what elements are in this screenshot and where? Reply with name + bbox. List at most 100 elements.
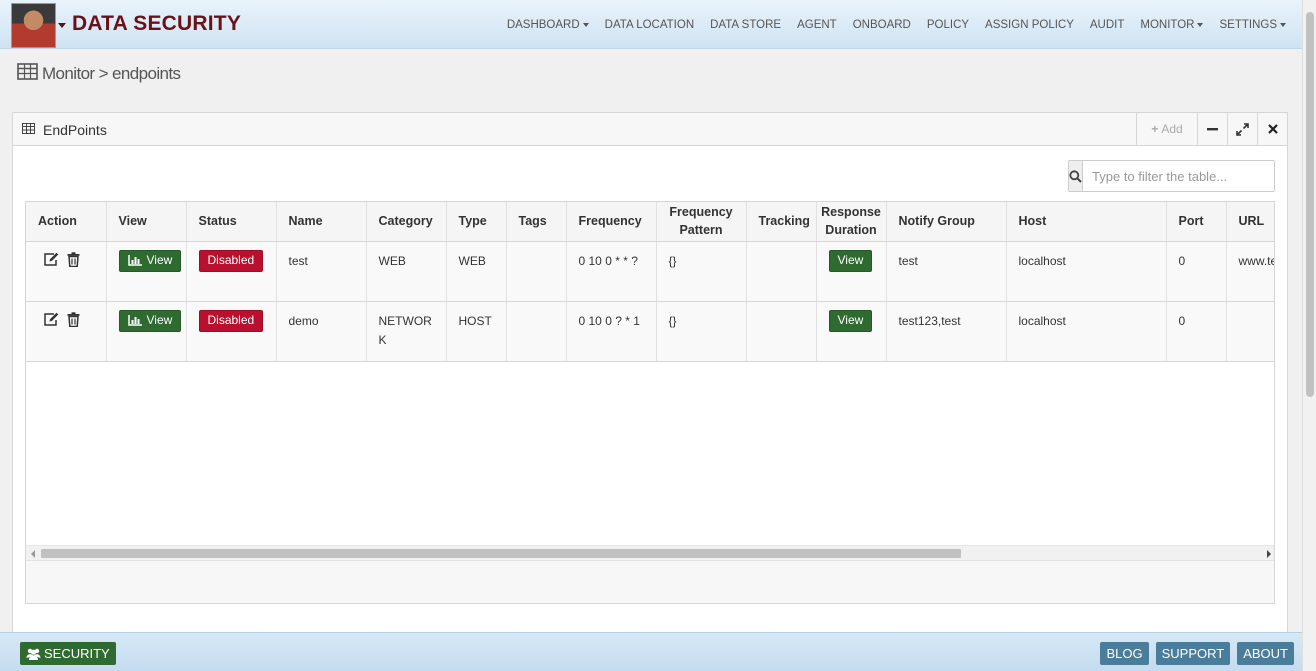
col-port[interactable]: Port <box>1166 202 1227 242</box>
col-host[interactable]: Host <box>1006 202 1167 242</box>
trash-icon[interactable] <box>67 251 80 273</box>
filter-input[interactable] <box>1083 161 1277 191</box>
collapse-button[interactable] <box>1197 113 1227 145</box>
brand-title[interactable]: DATA SECURITY <box>72 12 241 36</box>
tracking-cell <box>746 301 817 362</box>
expand-icon <box>1236 122 1249 136</box>
close-icon <box>1267 124 1278 134</box>
view-cell: View <box>106 301 187 362</box>
response-cell: View <box>816 241 887 302</box>
main-nav: DASHBOARD DATA LOCATION DATA STORE AGENT… <box>499 0 1294 49</box>
nav-settings[interactable]: SETTINGS <box>1211 19 1294 31</box>
page-scrollbar-thumb[interactable] <box>1306 12 1314 397</box>
status-badge[interactable]: Disabled <box>198 309 264 332</box>
nav-policy[interactable]: POLICY <box>919 19 977 31</box>
user-avatar[interactable] <box>11 3 56 48</box>
col-action[interactable]: Action <box>26 202 107 242</box>
bar-chart-icon <box>127 255 142 266</box>
table-horizontal-scrollbar[interactable] <box>26 545 1274 560</box>
nav-data-location[interactable]: DATA LOCATION <box>597 19 702 31</box>
col-name[interactable]: Name <box>276 202 367 242</box>
table-row: View Disabled demo NETWORK HOST 0 10 0 ?… <box>26 301 1274 362</box>
breadcrumb-text: Monitor > endpoints <box>42 64 181 83</box>
host-cell: localhost <box>1006 241 1167 302</box>
plus-icon: + <box>1151 122 1159 136</box>
top-navbar: DATA SECURITY DASHBOARD DATA LOCATION DA… <box>0 0 1302 49</box>
fullscreen-button[interactable] <box>1227 113 1257 145</box>
minus-icon <box>1207 127 1218 130</box>
col-url[interactable]: URL <box>1226 202 1274 242</box>
response-view-button[interactable]: View <box>828 309 873 332</box>
close-button[interactable] <box>1257 113 1287 145</box>
trash-icon[interactable] <box>67 311 80 333</box>
panel-title: EndPoints <box>43 122 107 138</box>
blog-button[interactable]: BLOG <box>1100 642 1149 665</box>
caret-down-icon <box>1280 22 1286 27</box>
col-view[interactable]: View <box>106 202 187 242</box>
table-footer <box>26 560 1274 603</box>
pattern-cell: {} <box>656 301 747 362</box>
col-tracking[interactable]: Tracking <box>746 202 817 242</box>
nav-audit[interactable]: AUDIT <box>1082 19 1133 31</box>
view-cell: View <box>106 241 187 302</box>
response-cell: View <box>816 301 887 362</box>
notify-cell: test123,test <box>886 301 1007 362</box>
nav-data-store[interactable]: DATA STORE <box>702 19 789 31</box>
nav-onboard[interactable]: ONBOARD <box>845 19 919 31</box>
name-cell: test <box>276 241 367 302</box>
action-cell <box>26 301 107 362</box>
table-row: View Disabled test WEB WEB 0 10 0 * * ? … <box>26 241 1274 302</box>
endpoints-table-container: Action View Status Name Category Type Ta… <box>25 201 1275 604</box>
panel-header: EndPoints + Add <box>13 113 1287 146</box>
view-chart-button[interactable]: View <box>118 249 182 272</box>
page-scrollbar[interactable] <box>1302 0 1316 671</box>
col-response-duration[interactable]: Response Duration <box>816 202 887 242</box>
category-cell: NETWORK <box>366 301 447 362</box>
notify-cell: test <box>886 241 1007 302</box>
scroll-left-icon[interactable] <box>31 550 35 558</box>
action-cell <box>26 241 107 302</box>
support-button[interactable]: SUPPORT <box>1155 642 1231 665</box>
col-type[interactable]: Type <box>446 202 507 242</box>
nav-assign-policy[interactable]: ASSIGN POLICY <box>977 19 1082 31</box>
caret-down-icon <box>582 22 589 27</box>
endpoints-table: Action View Status Name Category Type Ta… <box>26 202 1274 362</box>
tags-cell <box>506 301 567 362</box>
col-tags[interactable]: Tags <box>506 202 567 242</box>
col-frequency[interactable]: Frequency <box>566 202 657 242</box>
status-badge[interactable]: Disabled <box>198 249 264 272</box>
col-status[interactable]: Status <box>186 202 277 242</box>
nav-dashboard[interactable]: DASHBOARD <box>499 19 597 31</box>
view-chart-button[interactable]: View <box>118 309 182 332</box>
nav-monitor[interactable]: MONITOR <box>1132 19 1211 31</box>
type-cell: WEB <box>446 241 507 302</box>
edit-icon[interactable] <box>43 252 59 273</box>
add-button[interactable]: + Add <box>1136 113 1197 145</box>
search-icon <box>1069 161 1083 191</box>
name-cell: demo <box>276 301 367 362</box>
table-scrollbar-thumb[interactable] <box>41 549 961 558</box>
host-cell: localhost <box>1006 301 1167 362</box>
nav-agent[interactable]: AGENT <box>789 19 845 31</box>
bar-chart-icon <box>127 315 142 326</box>
user-menu-caret-icon[interactable] <box>58 23 66 28</box>
port-cell: 0 <box>1166 241 1227 302</box>
tracking-cell <box>746 241 817 302</box>
about-button[interactable]: ABOUT <box>1237 642 1294 665</box>
col-notify-group[interactable]: Notify Group <box>886 202 1007 242</box>
col-frequency-pattern[interactable]: Frequency Pattern <box>656 202 747 242</box>
tags-cell <box>506 241 567 302</box>
endpoints-panel: EndPoints + Add Type to filter the table… <box>12 112 1288 634</box>
port-cell: 0 <box>1166 301 1227 362</box>
response-view-button[interactable]: View <box>828 249 873 272</box>
category-cell: WEB <box>366 241 447 302</box>
edit-icon[interactable] <box>43 312 59 333</box>
users-icon <box>26 648 41 660</box>
breadcrumb: Monitor > endpoints <box>17 63 181 85</box>
caret-down-icon <box>1197 22 1204 27</box>
frequency-cell: 0 10 0 * * ? <box>566 241 657 302</box>
col-category[interactable]: Category <box>366 202 447 242</box>
scroll-right-icon[interactable] <box>1267 550 1271 558</box>
security-button[interactable]: SECURITY <box>20 642 116 665</box>
table-icon <box>22 122 35 137</box>
